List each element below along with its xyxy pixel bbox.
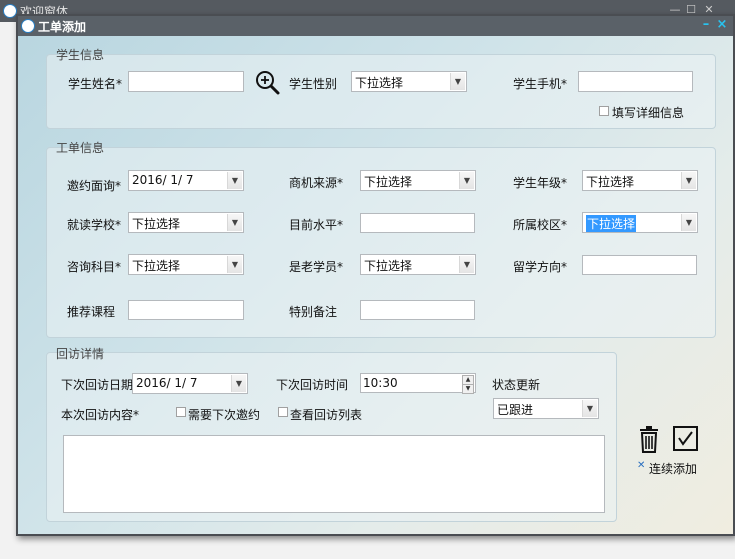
confirm-icon[interactable]: [673, 426, 698, 451]
app-logo-icon: [3, 4, 17, 18]
dialog-logo-icon: [21, 19, 35, 33]
course-label: 推荐课程: [67, 305, 116, 319]
grade-value: 下拉选择: [586, 175, 635, 189]
school-select[interactable]: 下拉选择 ▼: [128, 212, 244, 233]
level-input[interactable]: [360, 213, 475, 233]
ticket-info-title: 工单信息: [56, 141, 105, 155]
source-select[interactable]: 下拉选择 ▼: [360, 170, 476, 191]
detail-info-label: 填写详细信息: [612, 106, 685, 120]
campus-label: 所属校区*: [513, 218, 568, 232]
chevron-down-icon[interactable]: ▼: [459, 172, 474, 189]
need-invite-label: 需要下次邀约: [188, 408, 261, 422]
chevron-down-icon[interactable]: ▼: [582, 400, 597, 417]
subject-select[interactable]: 下拉选择 ▼: [128, 254, 244, 275]
old-student-select[interactable]: 下拉选择 ▼: [360, 254, 476, 275]
spin-down-icon[interactable]: ▼: [462, 384, 474, 394]
interview-date-picker[interactable]: 2016/ 1/ 7 ▼: [128, 170, 244, 191]
dialog-close-icon[interactable]: ×: [715, 18, 729, 32]
campus-select[interactable]: 下拉选择 ▼: [582, 212, 698, 233]
chevron-down-icon[interactable]: ▼: [227, 214, 242, 231]
student-name-label: 学生姓名*: [68, 77, 123, 91]
grade-select[interactable]: 下拉选择 ▼: [582, 170, 698, 191]
chevron-down-icon[interactable]: ▼: [227, 256, 242, 273]
remark-input[interactable]: [360, 300, 475, 320]
interview-label: 邀约面询*: [67, 179, 122, 193]
old-student-value: 下拉选择: [364, 259, 413, 273]
next-visit-time-label: 下次回访时间: [276, 378, 349, 392]
need-invite-checkbox[interactable]: [176, 407, 186, 417]
status-update-label: 状态更新: [492, 378, 541, 392]
subject-value: 下拉选择: [132, 259, 181, 273]
student-phone-label: 学生手机*: [513, 77, 568, 91]
next-visit-date-label: 下次回访日期: [61, 378, 134, 392]
dialog-titlebar: 工单添加 – ×: [18, 16, 733, 36]
old-student-label: 是老学员*: [289, 260, 344, 274]
dialog-title: 工单添加: [38, 20, 87, 34]
subject-label: 咨询科目*: [67, 260, 122, 274]
chevron-down-icon[interactable]: ▼: [681, 172, 696, 189]
abroad-input[interactable]: [582, 255, 697, 275]
next-visit-time-input[interactable]: 10:30 ▲ ▼: [360, 373, 476, 394]
chevron-down-icon[interactable]: ▼: [227, 172, 242, 189]
next-visit-date-value: 2016/ 1/ 7: [136, 376, 198, 390]
continue-add-checkbox[interactable]: ✕: [637, 461, 646, 471]
view-list-label: 查看回访列表: [290, 408, 363, 422]
visit-info-title: 回访详情: [56, 347, 105, 361]
chevron-down-icon[interactable]: ▼: [231, 375, 246, 392]
student-info-title: 学生信息: [56, 48, 105, 62]
student-gender-select[interactable]: 下拉选择 ▼: [351, 71, 467, 92]
school-label: 就读学校*: [67, 218, 122, 232]
detail-info-checkbox[interactable]: [599, 106, 609, 116]
student-gender-label: 学生性别: [289, 77, 338, 91]
chevron-down-icon[interactable]: ▼: [459, 256, 474, 273]
interview-date-value: 2016/ 1/ 7: [132, 173, 194, 187]
source-label: 商机来源*: [289, 176, 344, 190]
chevron-down-icon[interactable]: ▼: [681, 214, 696, 231]
student-gender-value: 下拉选择: [355, 76, 404, 90]
visit-content-textarea[interactable]: [63, 435, 605, 513]
student-phone-input[interactable]: [578, 71, 693, 92]
trash-icon[interactable]: [637, 426, 661, 453]
course-input[interactable]: [128, 300, 244, 320]
continue-add-label: 连续添加: [649, 462, 698, 476]
status-select[interactable]: 已跟进 ▼: [493, 398, 599, 419]
zoom-in-icon[interactable]: [255, 70, 281, 96]
chevron-down-icon[interactable]: ▼: [450, 73, 465, 90]
status-value: 已跟进: [497, 403, 534, 417]
dialog-body: 学生信息 学生姓名* 学生性别 下拉选择 ▼ 学生手机* 填写详细信息 工单信息…: [18, 36, 733, 534]
school-value: 下拉选择: [132, 217, 181, 231]
next-visit-time-value: 10:30: [363, 376, 398, 390]
student-name-input[interactable]: [128, 71, 244, 92]
remark-label: 特别备注: [289, 305, 338, 319]
view-list-checkbox[interactable]: [278, 407, 288, 417]
grade-label: 学生年级*: [513, 176, 568, 190]
level-label: 目前水平*: [289, 218, 344, 232]
dialog-minimize-icon[interactable]: –: [699, 18, 713, 32]
abroad-label: 留学方向*: [513, 260, 568, 274]
visit-content-label: 本次回访内容*: [61, 408, 140, 422]
campus-value: 下拉选择: [586, 215, 637, 232]
source-value: 下拉选择: [364, 175, 413, 189]
next-visit-date-picker[interactable]: 2016/ 1/ 7 ▼: [132, 373, 248, 394]
ticket-add-dialog: 工单添加 – × 学生信息 学生姓名* 学生性别 下拉选择 ▼ 学生手机* 填写…: [16, 14, 735, 536]
